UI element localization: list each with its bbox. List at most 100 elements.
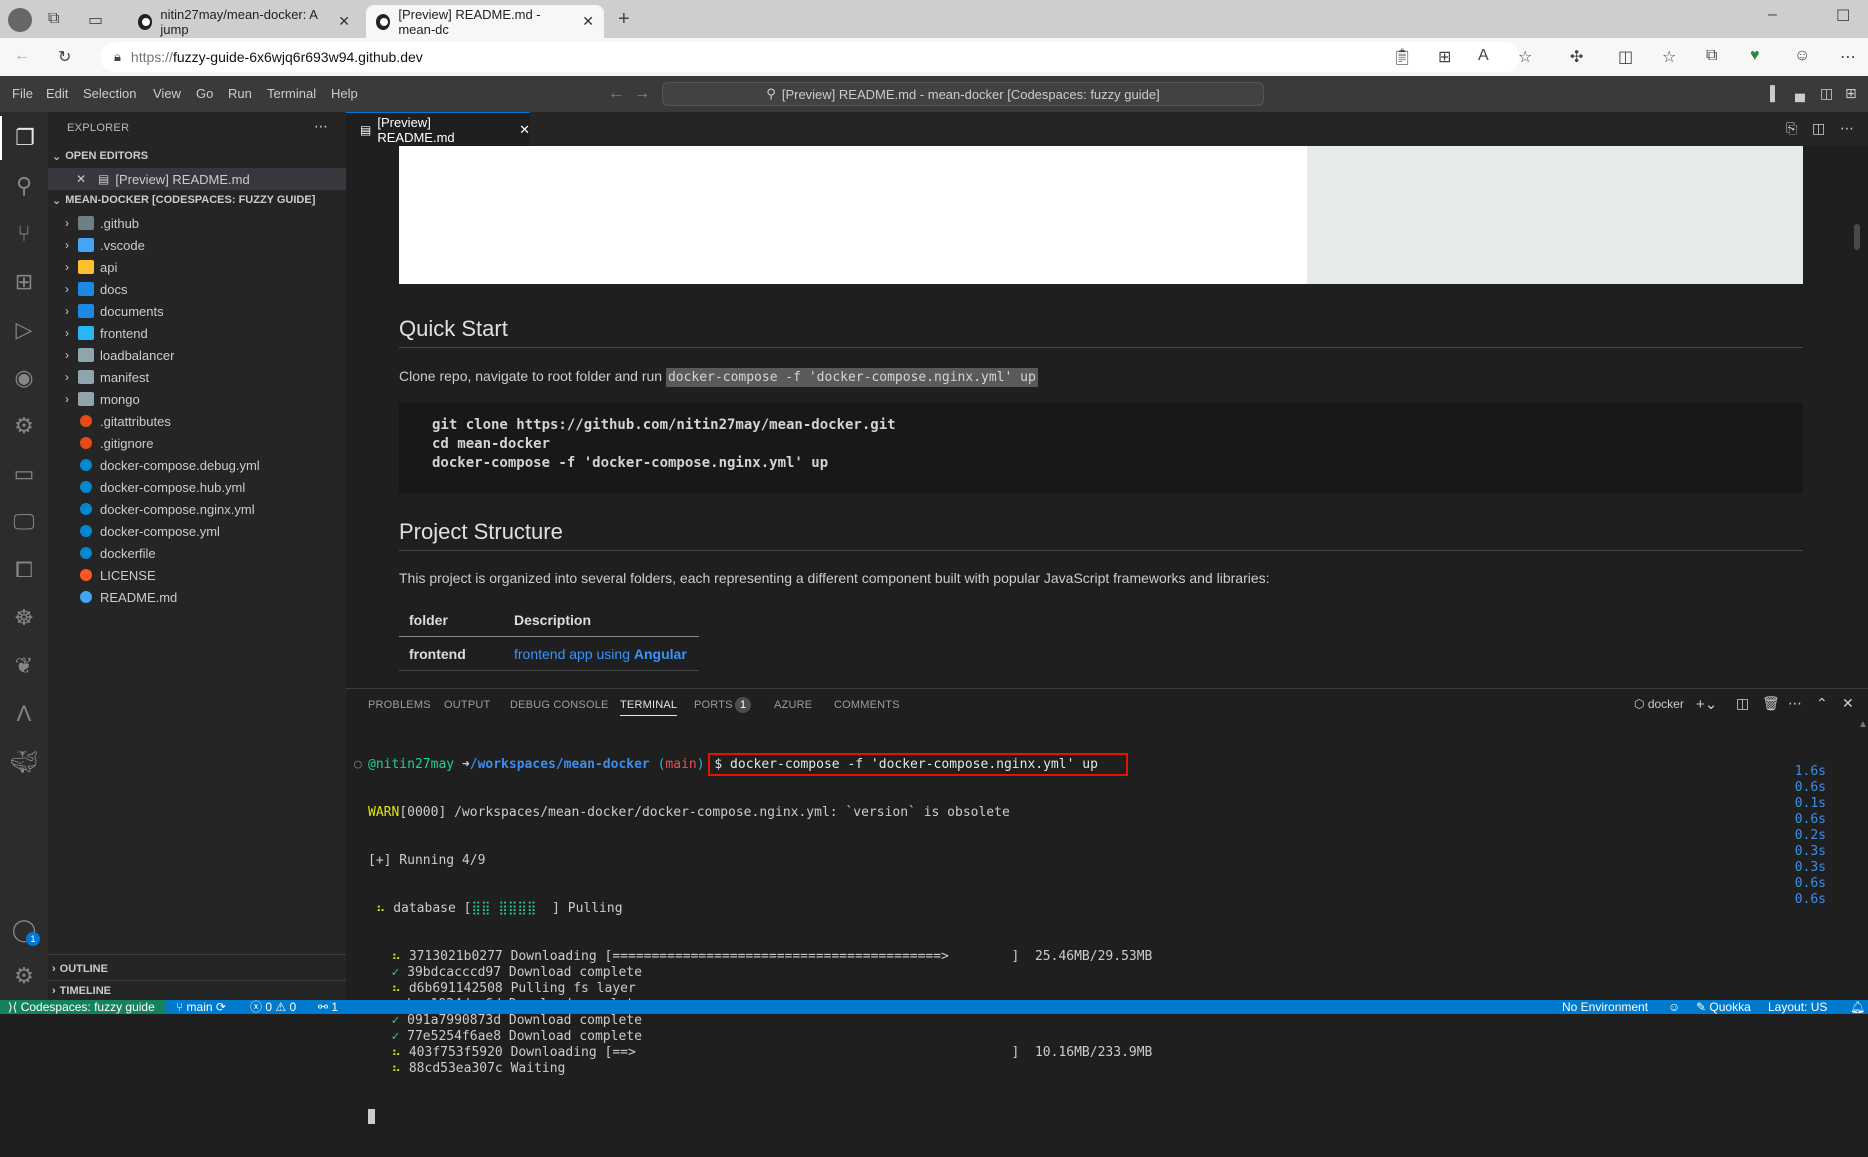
menu-file[interactable]: File <box>12 86 33 101</box>
menu-terminal[interactable]: Terminal <box>267 86 316 101</box>
github-icon[interactable]: ◉ <box>0 356 48 400</box>
favorite-star-icon[interactable]: ☆ <box>1518 47 1532 67</box>
close-panel-icon[interactable]: ✕ <box>1842 695 1854 712</box>
docker-icon[interactable]: 🐳︎ <box>0 740 48 784</box>
containers-icon[interactable]: ⧠ <box>0 548 48 592</box>
close-icon[interactable]: ✕ <box>519 122 530 138</box>
customize-layout-icon[interactable]: ⊞ <box>1845 85 1857 102</box>
workspaces-icon[interactable]: ⧉ <box>48 10 59 28</box>
tab-terminal[interactable]: TERMINAL <box>620 699 678 716</box>
folder-item[interactable]: › manifest <box>48 366 346 388</box>
folder-item[interactable]: › .github <box>48 212 346 234</box>
file-item[interactable]: dockerfile <box>48 542 346 564</box>
menu-go[interactable]: Go <box>196 86 213 101</box>
timeline-header[interactable]: › TIMELINE <box>48 981 346 1001</box>
file-item[interactable]: docker-compose.nginx.yml <box>48 498 346 520</box>
source-control-icon[interactable]: ⑂ <box>0 212 48 256</box>
add-app-icon[interactable]: ⊞ <box>1438 47 1451 67</box>
back-icon[interactable]: ← <box>14 47 30 65</box>
quokka-indicator[interactable]: ✎ Quokka <box>1696 1000 1751 1014</box>
tab-ports[interactable]: PORTS <box>694 699 733 711</box>
file-item[interactable]: .gitattributes <box>48 410 346 432</box>
close-tab-icon[interactable]: ✕ <box>582 13 594 30</box>
open-source-icon[interactable]: ⎘ <box>1786 120 1797 137</box>
close-tab-icon[interactable]: ✕ <box>338 13 350 30</box>
mongodb-icon[interactable]: ❦ <box>0 644 48 688</box>
refresh-icon[interactable]: ↻ <box>58 47 71 67</box>
close-icon[interactable]: ✕ <box>76 172 92 186</box>
editor-more-icon[interactable]: ⋯ <box>1840 120 1854 137</box>
read-aloud-icon[interactable]: A <box>1478 47 1489 65</box>
nav-forward-icon[interactable]: → <box>634 85 650 103</box>
branch-indicator[interactable]: ⑂ main ⟳ <box>176 1000 226 1014</box>
extensions-icon[interactable]: ✣ <box>1570 47 1583 67</box>
terminal-profile[interactable]: ⬡ docker <box>1634 697 1684 711</box>
folder-item[interactable]: › loadbalancer <box>48 344 346 366</box>
azure-icon[interactable]: Λ <box>0 692 48 736</box>
search-icon[interactable]: ⚲ <box>0 164 48 208</box>
copilot-icon[interactable]: ☺ <box>1668 1000 1680 1014</box>
split-editor-icon[interactable]: ◫ <box>1812 120 1825 137</box>
minimize-button[interactable]: – <box>1768 6 1777 24</box>
folder-item[interactable]: › docs <box>48 278 346 300</box>
explorer-more-icon[interactable]: ⋯ <box>314 118 328 135</box>
nav-back-icon[interactable]: ← <box>608 85 624 103</box>
run-debug-icon[interactable]: ▷ <box>0 308 48 352</box>
menu-run[interactable]: Run <box>228 86 252 101</box>
folder-item[interactable]: › documents <box>48 300 346 322</box>
menu-view[interactable]: View <box>153 86 181 101</box>
new-terminal-icon[interactable]: +⌄ <box>1696 695 1717 713</box>
toggle-sidebar-icon[interactable]: ▌ <box>1770 85 1780 101</box>
folder-item[interactable]: › frontend <box>48 322 346 344</box>
environment-indicator[interactable]: No Environment <box>1562 1000 1648 1014</box>
maximize-panel-icon[interactable]: ⌃ <box>1816 695 1828 712</box>
remote-explorer-icon[interactable]: 🖵︎ <box>0 500 48 544</box>
folder-item[interactable]: › api <box>48 256 346 278</box>
tab-comments[interactable]: COMMENTS <box>834 699 900 711</box>
browser-tab-github[interactable]: nitin27may/mean-docker: A jump ✕ <box>128 5 360 38</box>
keyboard-layout[interactable]: Layout: US <box>1768 1000 1827 1014</box>
kill-terminal-icon[interactable]: 🗑︎ <box>1762 695 1780 712</box>
explorer-icon[interactable]: ❐ <box>0 116 48 160</box>
menu-selection[interactable]: Selection <box>83 86 136 101</box>
terminal-scrollbar[interactable]: ▲ <box>1858 719 1868 730</box>
file-item[interactable]: docker-compose.debug.yml <box>48 454 346 476</box>
file-item[interactable]: docker-compose.yml <box>48 520 346 542</box>
menu-help[interactable]: Help <box>331 86 358 101</box>
tab-problems[interactable]: PROBLEMS <box>368 699 431 711</box>
workspace-header[interactable]: ⌄ MEAN-DOCKER [CODESPACES: FUZZY GUIDE] <box>48 190 346 210</box>
browser-tab-preview[interactable]: [Preview] README.md - mean-dc ✕ <box>366 5 604 38</box>
ports-indicator[interactable]: ⚯ 1 <box>318 1000 338 1014</box>
accounts-icon[interactable]: ◯ 1 <box>0 908 48 952</box>
command-center[interactable]: ⚲ [Preview] README.md - mean-docker [Cod… <box>662 82 1264 106</box>
cpp-tools-icon[interactable]: ⚙ <box>0 404 48 448</box>
collections-icon[interactable]: ⧉ <box>1706 47 1717 65</box>
file-item[interactable]: .gitignore <box>48 432 346 454</box>
tab-debug-console[interactable]: DEBUG CONSOLE <box>510 699 609 711</box>
vertical-tabs-icon[interactable]: ▭ <box>88 10 103 30</box>
folder-item[interactable]: › .vscode <box>48 234 346 256</box>
toggle-secondary-sidebar-icon[interactable]: ◫ <box>1820 85 1833 102</box>
clipboard-icon[interactable]: 📋︎ <box>1392 47 1412 67</box>
file-item[interactable]: README.md <box>48 586 346 608</box>
comments-icon[interactable]: ▭ <box>0 452 48 496</box>
settings-gear-icon[interactable]: ⚙ <box>0 954 48 998</box>
browser-essentials-icon[interactable]: ♥ <box>1750 47 1760 65</box>
editor-tab-readme-preview[interactable]: ▤ [Preview] README.md ✕ <box>346 112 530 146</box>
kubernetes-icon[interactable]: ☸ <box>0 596 48 640</box>
favorites-icon[interactable]: ☆ <box>1662 47 1676 67</box>
angular-link[interactable]: Angular <box>634 646 687 662</box>
split-screen-icon[interactable]: ◫ <box>1618 47 1633 67</box>
folder-item[interactable]: › mongo <box>48 388 346 410</box>
problems-indicator[interactable]: ⓧ 0 ⚠ 0 <box>250 1000 296 1014</box>
maximize-button[interactable]: ☐ <box>1836 6 1850 26</box>
tab-output[interactable]: OUTPUT <box>444 699 490 711</box>
profile-avatar[interactable] <box>8 8 32 32</box>
extensions-icon[interactable]: ⊞ <box>0 260 48 304</box>
toggle-panel-icon[interactable]: ▄ <box>1795 85 1805 101</box>
tab-azure[interactable]: AZURE <box>774 699 812 711</box>
terminal-output[interactable]: ○ @nitin27may ➜/workspaces/mean-docker (m… <box>354 725 1152 1157</box>
split-terminal-icon[interactable]: ◫ <box>1736 695 1749 712</box>
open-editor-item[interactable]: ✕ ▤ [Preview] README.md <box>48 168 346 190</box>
more-icon[interactable]: ⋯ <box>1840 47 1856 67</box>
